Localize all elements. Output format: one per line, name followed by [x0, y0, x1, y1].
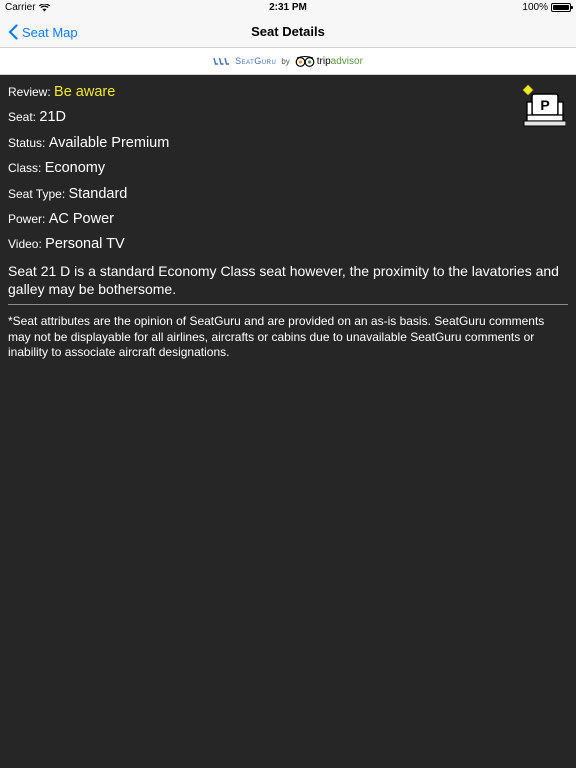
review-row: Review: Be aware [8, 84, 115, 100]
seat-details-panel: Review: Be aware Seat: 21D Status: Avail… [0, 76, 576, 768]
brand-banner[interactable]: SeatGuru by tripadvisor [0, 48, 576, 75]
divider [8, 304, 568, 305]
seat-type-value: Standard [68, 186, 128, 202]
tripadvisor-logo: tripadvisor [295, 56, 363, 67]
class-value: Economy [44, 160, 106, 176]
battery-icon [551, 3, 573, 12]
battery-indicator: 100% [522, 2, 573, 13]
status-row: Status: Available Premium [8, 135, 169, 151]
class-label: Class: [8, 161, 42, 175]
seat-type-icon: P [520, 84, 567, 128]
seat-label: Seat: [8, 110, 37, 124]
power-row: Power: AC Power [8, 211, 114, 227]
disclaimer-text: *Seat attributes are the opinion of Seat… [8, 314, 545, 359]
battery-percent: 100% [522, 2, 548, 13]
tripadvisor-wordmark: tripadvisor [317, 56, 363, 67]
power-value: AC Power [48, 211, 114, 227]
video-label: Video: [8, 237, 42, 251]
seat-value: 21D [39, 109, 66, 125]
video-row: Video: Personal TV [8, 236, 125, 252]
seatguru-logo: SeatGuru [213, 56, 276, 66]
seat-description: Seat 21 D is a standard Economy Class se… [8, 263, 559, 297]
tripadvisor-wordmark-trip: trip [316, 55, 331, 67]
review-label: Review: [8, 85, 51, 99]
review-value: Be aware [54, 84, 116, 100]
page-title: Seat Details [251, 24, 325, 39]
power-label: Power: [8, 212, 46, 226]
seat-type-row: Seat Type: Standard [8, 186, 127, 202]
clock: 2:31 PM [269, 2, 307, 13]
navigation-bar: Seat Map Seat Details [0, 16, 576, 48]
status-value: Available Premium [48, 135, 170, 151]
seat-row: Seat: 21D [8, 109, 66, 125]
tripadvisor-wordmark-advisor: advisor [330, 55, 363, 67]
seatguru-seats-icon [213, 57, 230, 65]
video-value: Personal TV [45, 236, 125, 252]
status-bar: Carrier 2:31 PM 100% [0, 0, 576, 16]
banner-by: by [281, 56, 290, 66]
tripadvisor-owl-icon [295, 55, 315, 67]
class-row: Class: Economy [8, 160, 105, 176]
seat-type-label: Seat Type: [8, 187, 66, 201]
status-label: Status: [8, 136, 46, 150]
seatguru-wordmark: SeatGuru [235, 56, 277, 66]
seat-icon-letter: P [540, 97, 549, 113]
premium-seat-icon: P [522, 84, 567, 127]
